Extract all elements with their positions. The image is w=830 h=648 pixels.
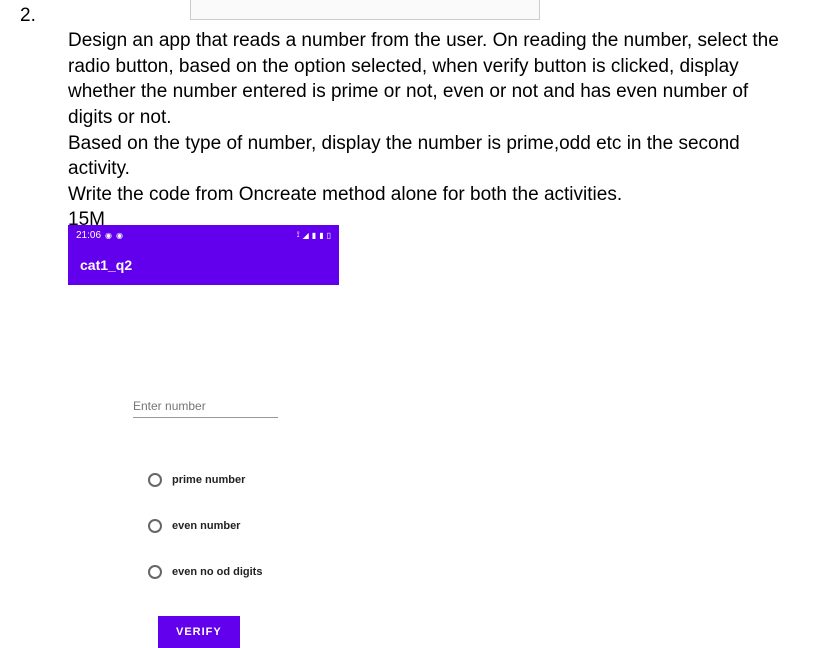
battery-icon: ▯ xyxy=(327,231,331,240)
verify-button[interactable]: VERIFY xyxy=(158,616,240,648)
radio-circle-icon xyxy=(148,519,162,533)
radio-prime[interactable]: prime number xyxy=(148,473,339,487)
partial-input-box xyxy=(190,0,540,20)
radio-even-label: even number xyxy=(172,520,240,532)
radio-group: prime number even number even no od digi… xyxy=(148,473,339,579)
radio-circle-icon xyxy=(148,473,162,487)
question-line-1: Design an app that reads a number from t… xyxy=(68,28,818,54)
app-title: cat1_q2 xyxy=(80,257,132,273)
status-time: 21:06 xyxy=(76,230,101,241)
wifi-icon: ◢ xyxy=(303,231,309,240)
question-line-6: activity. xyxy=(68,156,818,182)
signal-icon-1: ▮ xyxy=(312,231,316,240)
status-right: ⟟ ◢ ▮ ▮ ▯ xyxy=(297,230,331,240)
question-number: 2. xyxy=(20,5,36,27)
question-line-7: Write the code from Oncreate method alon… xyxy=(68,182,818,208)
question-line-3: whether the number entered is prime or n… xyxy=(68,79,818,105)
radio-prime-label: prime number xyxy=(172,474,245,486)
status-bar: 21:06 ◉ ◉ ⟟ ◢ ▮ ▮ ▯ xyxy=(68,225,339,245)
number-input[interactable] xyxy=(133,395,278,418)
question-text-block: Design an app that reads a number from t… xyxy=(68,28,818,233)
volte-icon: ⟟ xyxy=(297,230,300,240)
question-line-5: Based on the type of number, display the… xyxy=(68,131,818,157)
status-icon-1: ◉ xyxy=(105,231,112,240)
radio-circle-icon xyxy=(148,565,162,579)
app-bar: cat1_q2 xyxy=(68,245,339,285)
radio-even-digits[interactable]: even no od digits xyxy=(148,565,339,579)
radio-even[interactable]: even number xyxy=(148,519,339,533)
phone-screenshot: 21:06 ◉ ◉ ⟟ ◢ ▮ ▮ ▯ cat1_q2 prime number… xyxy=(68,225,339,648)
status-icon-2: ◉ xyxy=(116,231,123,240)
input-area xyxy=(133,395,278,418)
app-body: prime number even number even no od digi… xyxy=(68,285,339,648)
signal-icon-2: ▮ xyxy=(319,231,323,240)
question-line-2: radio button, based on the option select… xyxy=(68,54,818,80)
radio-even-digits-label: even no od digits xyxy=(172,566,262,578)
question-line-4: digits or not. xyxy=(68,105,818,131)
status-left: 21:06 ◉ ◉ xyxy=(76,230,123,241)
